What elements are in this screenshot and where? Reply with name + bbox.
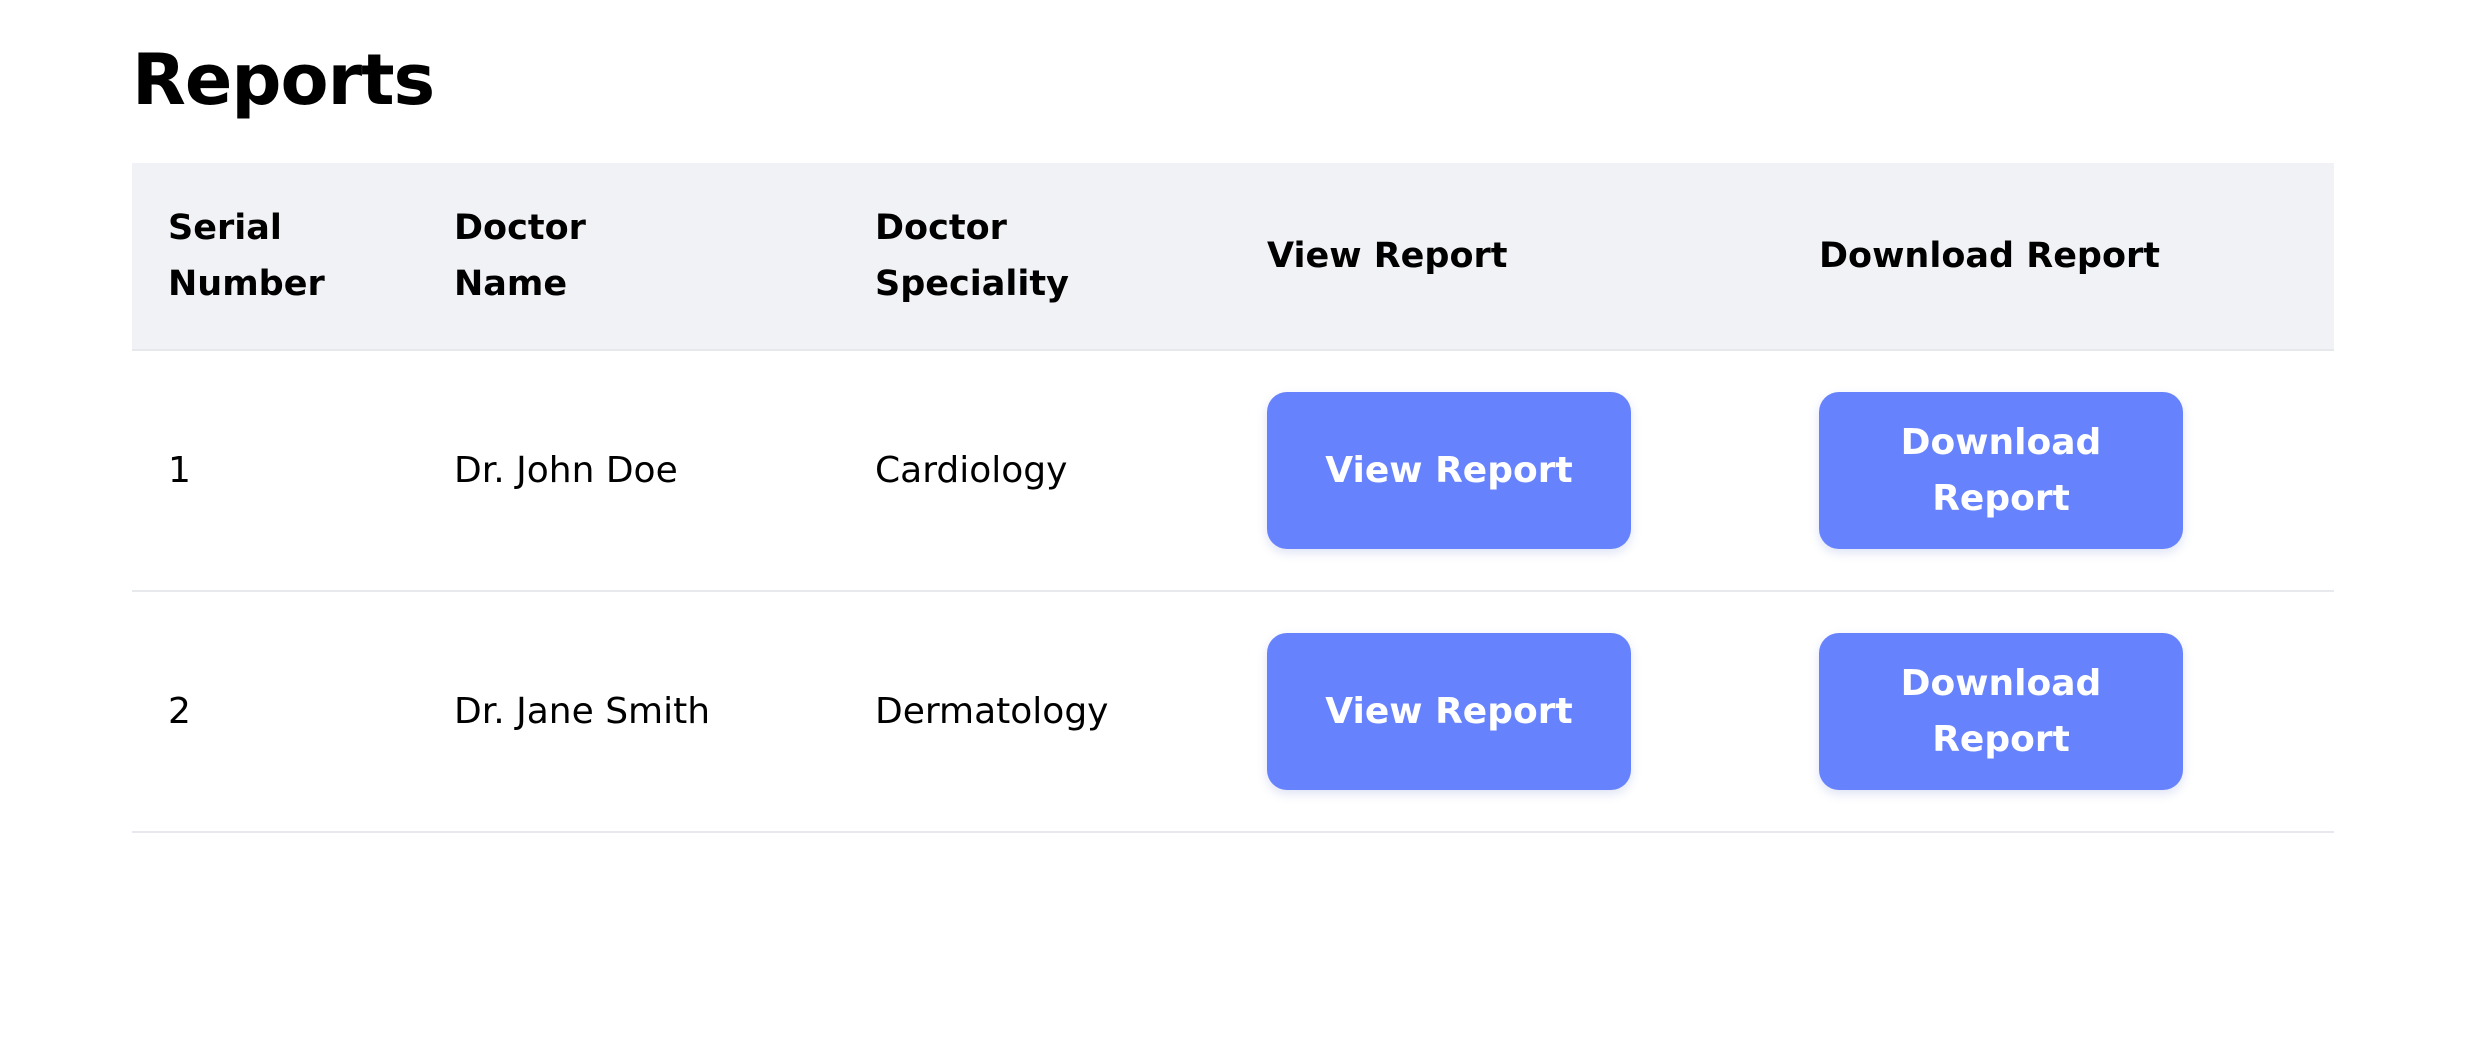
cell-serial-number: 1	[168, 450, 191, 491]
cell-download-report: Download Report	[1783, 591, 2334, 832]
download-report-button[interactable]: Download Report	[1819, 633, 2183, 790]
cell-view-report: View Report	[1231, 591, 1783, 832]
view-report-button[interactable]: View Report	[1267, 633, 1631, 790]
view-report-button[interactable]: View Report	[1267, 392, 1631, 549]
cell-view-report: View Report	[1231, 350, 1783, 591]
cell-download-report: Download Report	[1783, 350, 2334, 591]
table-row: 1 Dr. John Doe Cardiology View Report Do…	[132, 350, 2334, 591]
page-title: Reports	[132, 39, 435, 121]
header-doctor-speciality: Doctor Speciality	[875, 208, 1069, 304]
reports-page: Reports Serial Number Doctor Name Doctor…	[132, 0, 2334, 832]
table-header: Serial Number Doctor Name Doctor Special…	[132, 163, 2334, 350]
download-report-button[interactable]: Download Report	[1819, 392, 2183, 549]
cell-doctor-speciality: Dermatology	[875, 691, 1109, 732]
cell-doctor-speciality: Cardiology	[875, 450, 1068, 491]
table-header-row: Serial Number Doctor Name Doctor Special…	[132, 163, 2334, 350]
header-view-report: View Report	[1267, 236, 1508, 276]
reports-table: Serial Number Doctor Name Doctor Special…	[132, 163, 2334, 833]
table-row: 2 Dr. Jane Smith Dermatology View Report…	[132, 591, 2334, 832]
cell-serial-number: 2	[168, 691, 191, 732]
header-doctor-name: Doctor Name	[454, 208, 586, 304]
cell-doctor-name: Dr. John Doe	[454, 450, 678, 491]
cell-doctor-name: Dr. Jane Smith	[454, 691, 711, 732]
header-download-report: Download Report	[1819, 236, 2161, 276]
header-serial-number: Serial Number	[168, 208, 325, 304]
